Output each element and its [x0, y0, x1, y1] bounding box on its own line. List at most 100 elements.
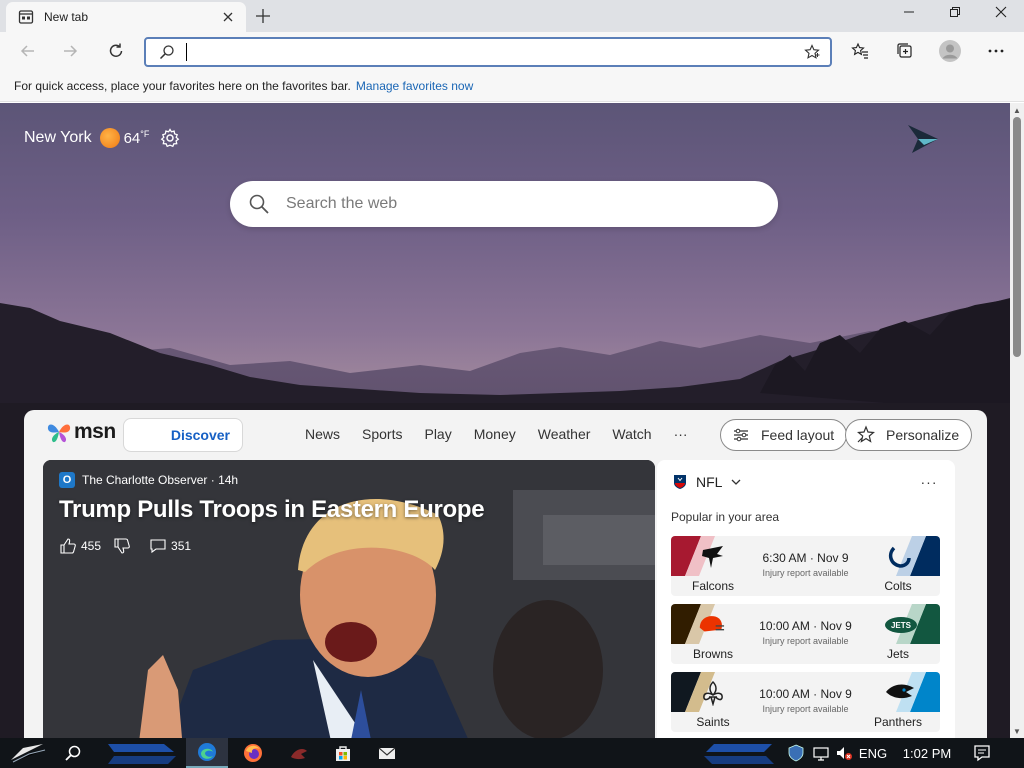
- favorites-list-icon: [851, 42, 868, 59]
- hero-news-card[interactable]: O The Charlotte Observer · 14h Trump Pul…: [43, 460, 655, 738]
- nav-weather[interactable]: Weather: [538, 426, 591, 442]
- personalize-star-icon: [857, 425, 875, 443]
- new-tab-button[interactable]: [252, 5, 274, 27]
- article-reactions: 455 351: [59, 537, 203, 555]
- taskbar-edge-button[interactable]: [186, 738, 228, 768]
- collections-icon: [897, 43, 912, 58]
- nav-play[interactable]: Play: [424, 426, 451, 442]
- sliders-icon: [734, 428, 748, 442]
- minimize-button[interactable]: [886, 0, 932, 24]
- tab-new-tab[interactable]: New tab: [6, 2, 246, 32]
- injury-note: Injury report available: [762, 704, 849, 714]
- taskbar-store-button[interactable]: [328, 738, 358, 768]
- refresh-icon: [109, 43, 123, 57]
- search-icon: [65, 745, 81, 761]
- scroll-down-arrow-icon[interactable]: ▼: [1010, 724, 1024, 738]
- msn-butterfly-icon: [47, 424, 71, 443]
- forward-button[interactable]: [56, 37, 84, 65]
- weather-city: New York: [24, 129, 92, 146]
- firefox-icon: [244, 744, 262, 762]
- scroll-up-arrow-icon[interactable]: ▲: [1010, 103, 1024, 117]
- nav-watch[interactable]: Watch: [612, 426, 651, 442]
- article-headline[interactable]: Trump Pulls Troops in Eastern Europe: [59, 496, 485, 524]
- scrollbar-thumb[interactable]: [1013, 117, 1021, 357]
- tab-strip: New tab: [0, 0, 1024, 32]
- collections-button[interactable]: [891, 37, 919, 65]
- start-button[interactable]: [4, 738, 50, 768]
- tab-title: New tab: [44, 10, 89, 24]
- more-dots-icon: [988, 49, 1004, 53]
- feed-layout-button[interactable]: Feed layout: [720, 419, 848, 451]
- favorites-bar: For quick access, place your favorites h…: [0, 70, 1024, 102]
- web-search-input[interactable]: [286, 195, 778, 213]
- nav-news[interactable]: News: [305, 426, 340, 442]
- weather-widget[interactable]: New York 64°F: [24, 127, 181, 149]
- home-team-name: Saints: [696, 715, 730, 729]
- nfl-scores-widget: NFL ··· Popular in your area Falcons 6:3…: [657, 460, 955, 738]
- page-scrollbar[interactable]: ▲ ▼: [1010, 103, 1024, 738]
- msn-brand-text: msn: [74, 420, 116, 443]
- favorites-bar-message: For quick access, place your favorites h…: [14, 78, 351, 93]
- edge-browser-icon: [198, 743, 216, 761]
- manage-favorites-link[interactable]: Manage favorites now: [356, 79, 473, 93]
- new-tab-page-icon: [18, 10, 34, 24]
- back-button[interactable]: [14, 37, 42, 65]
- nfl-shield-icon: [674, 475, 686, 489]
- input-language-indicator[interactable]: ENG: [856, 738, 890, 768]
- personalize-button[interactable]: Personalize: [845, 419, 973, 451]
- web-search-box[interactable]: [230, 181, 778, 227]
- league-selector[interactable]: NFL: [673, 474, 742, 490]
- jets-logo-icon: JETS: [885, 617, 917, 633]
- game-card[interactable]: Falcons 6:30 AM · Nov 9 Injury report av…: [671, 536, 940, 596]
- taskbar-accent-graphic: [704, 744, 774, 764]
- taskbar-clock[interactable]: 1:02 PM: [896, 738, 958, 768]
- refresh-button[interactable]: [102, 37, 130, 65]
- svg-text:JETS: JETS: [891, 621, 912, 630]
- game-card[interactable]: Saints 10:00 AM · Nov 9 Injury report av…: [671, 672, 940, 732]
- nav-sports[interactable]: Sports: [362, 426, 402, 442]
- taskbar-firefox-button[interactable]: [238, 738, 268, 768]
- tab-discover[interactable]: Discover: [123, 418, 243, 452]
- msn-logo[interactable]: msn: [46, 420, 116, 444]
- taskbar-app-button[interactable]: [284, 738, 314, 768]
- nav-more[interactable]: ···: [674, 426, 688, 442]
- browser-toolbar: [0, 32, 1024, 70]
- restore-button[interactable]: [932, 0, 978, 24]
- settings-more-button[interactable]: [982, 37, 1010, 65]
- game-time: 10:00 AM · Nov 9: [759, 619, 852, 633]
- widget-more-button[interactable]: ···: [919, 472, 939, 492]
- taskbar-search-button[interactable]: [58, 738, 88, 768]
- article-age: 14h: [218, 473, 239, 487]
- comment-icon[interactable]: [149, 537, 167, 555]
- plus-icon: [256, 9, 270, 23]
- add-favorite-star-icon[interactable]: [798, 39, 826, 65]
- likes-count: 455: [81, 539, 102, 553]
- tab-close-icon[interactable]: [220, 9, 236, 25]
- close-window-button[interactable]: [978, 0, 1024, 24]
- thumbs-down-icon[interactable]: [113, 537, 131, 555]
- profile-avatar-icon: [939, 40, 961, 62]
- injury-note: Injury report available: [762, 636, 849, 646]
- feed-layout-label: Feed layout: [761, 427, 835, 443]
- page-settings-gear-icon[interactable]: [159, 127, 181, 149]
- away-team-name: Panthers: [873, 715, 923, 729]
- game-card[interactable]: JETS Browns 10:00 AM · Nov 9 Injury repo…: [671, 604, 940, 664]
- home-team-name: Falcons: [691, 579, 735, 593]
- publisher-logo-icon: O: [59, 472, 75, 488]
- panthers-logo-icon: [886, 684, 914, 699]
- favorites-button[interactable]: [846, 37, 874, 65]
- address-bar[interactable]: [144, 37, 832, 67]
- tray-shield-icon[interactable]: [784, 738, 808, 768]
- falcons-logo-icon: [702, 546, 723, 568]
- address-input[interactable]: [187, 40, 798, 64]
- tray-network-icon[interactable]: [810, 738, 832, 768]
- taskbar-mail-button[interactable]: [372, 738, 402, 768]
- mail-icon: [378, 747, 396, 759]
- thumbs-up-icon[interactable]: [59, 537, 77, 555]
- new-tab-page: New York 64°F msn Discover News Sports: [0, 103, 1010, 738]
- injury-note: Injury report available: [762, 568, 849, 578]
- tray-volume-muted-icon[interactable]: [834, 738, 854, 768]
- action-center-button[interactable]: [968, 738, 996, 768]
- profile-button[interactable]: [936, 37, 964, 65]
- nav-money[interactable]: Money: [474, 426, 516, 442]
